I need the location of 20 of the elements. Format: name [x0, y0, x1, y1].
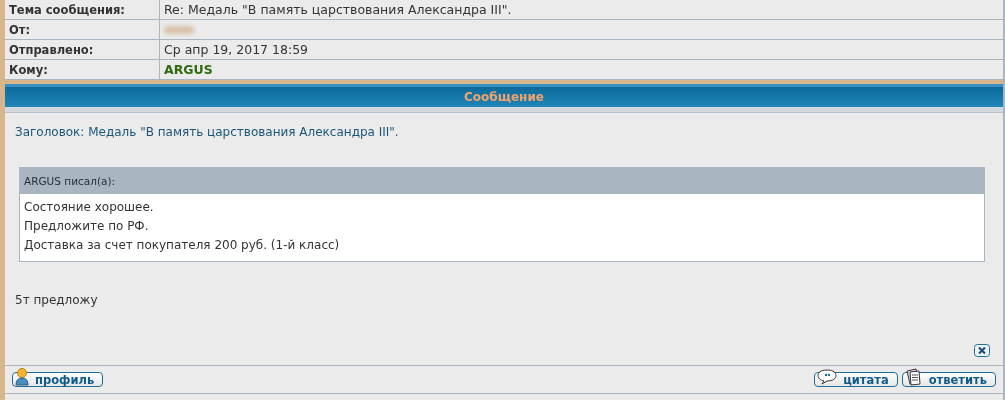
quote-button[interactable]: цитата	[814, 372, 898, 387]
user-icon	[15, 367, 29, 386]
document-icon	[904, 367, 923, 386]
quote-author: ARGUS писал(а):	[24, 175, 116, 187]
speech-bubble-icon	[817, 368, 838, 385]
quote-line: Предложите по РФ.	[24, 219, 149, 233]
field-label: Тема сообщения:	[9, 2, 125, 17]
field-value: Ср апр 19, 2017 18:59	[164, 42, 309, 57]
message-text: 5т предложу	[15, 293, 98, 307]
recipient-name[interactable]: ARGUS	[164, 62, 213, 77]
field-label: Отправлено:	[9, 42, 94, 57]
field-label: От:	[9, 22, 31, 37]
quote-line: Состояние хорошее.	[24, 200, 154, 214]
quote-line: Доставка за счет покупателя 200 руб. (1-й класс)	[24, 238, 340, 252]
blurred-name	[164, 26, 194, 34]
message-subject: Заголовок: Медаль "В память царствования Александра III".	[15, 125, 399, 139]
close-icon[interactable]	[974, 344, 990, 357]
field-value: Re: Медаль "В память царствования Александра III".	[164, 2, 512, 17]
field-label: Кому:	[9, 62, 48, 77]
section-title: Сообщение	[464, 90, 544, 105]
